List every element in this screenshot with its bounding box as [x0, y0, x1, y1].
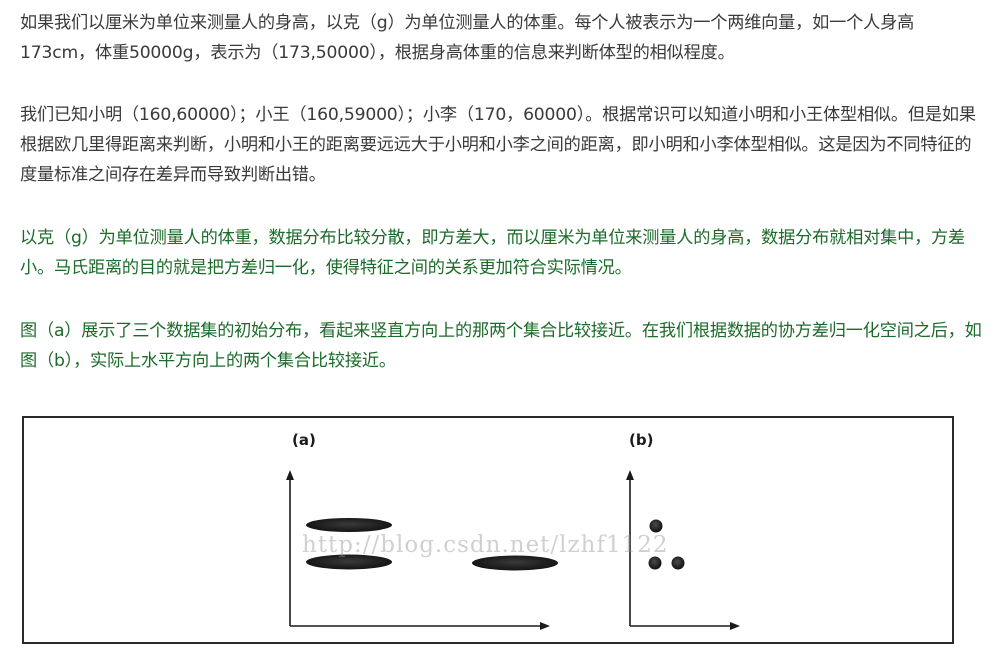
panel-b-cluster-bottom-left [648, 556, 662, 570]
watermark-text: http://blog.csdn.net/lzhf1122 [302, 532, 669, 558]
panel-b-cluster-bottom-right [671, 556, 685, 570]
figure-diagram: (a) (b) [286, 431, 740, 630]
panel-b-label: (b) [629, 431, 653, 449]
paragraph-figure-description: 图（a）展示了三个数据集的初始分布，看起来竖直方向上的那两个集合比较接近。在我们… [20, 321, 982, 371]
panel-a-x-arrow [540, 622, 550, 630]
panel-b-x-arrow [730, 622, 740, 630]
panel-a-y-arrow [286, 470, 294, 480]
mahalanobis-figure: (a) (b) http://blog.csdn.net/lzhf1122 [22, 416, 954, 644]
panel-b-cluster-top [649, 519, 663, 533]
paragraph-intro: 如果我们以厘米为单位来测量人的身高，以克（g）为单位测量人的体重。每个人被表示为… [20, 13, 915, 63]
panel-a-label: (a) [292, 431, 316, 449]
paragraph-example: 我们已知小明（160,60000）；小王（160,59000）；小李（170，6… [20, 105, 976, 185]
panel-b-y-arrow [626, 470, 634, 480]
paragraph-variance: 以克（g）为单位测量人的体重，数据分布比较分散，即方差大，而以厘米为单位来测量人… [20, 228, 966, 278]
panel-a-cluster-top [306, 518, 392, 532]
